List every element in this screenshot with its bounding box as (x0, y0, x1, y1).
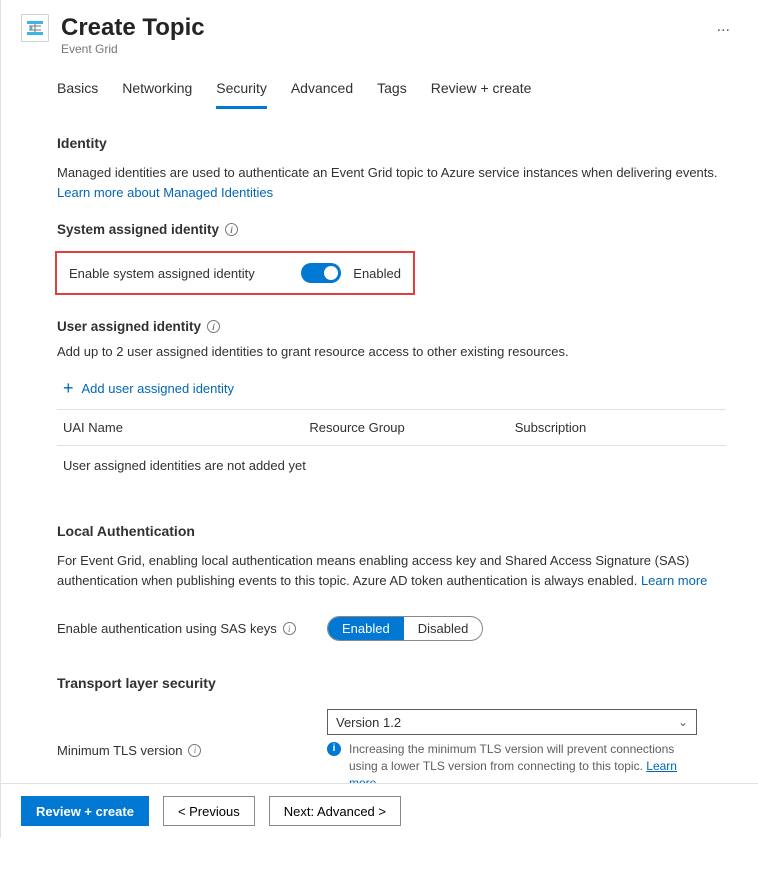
tls-title: Transport layer security (57, 675, 726, 691)
identity-desc: Managed identities are used to authentic… (57, 163, 726, 202)
sas-field-label-text: Enable authentication using SAS keys (57, 621, 277, 636)
user-identity-title: User assigned identity (57, 319, 726, 334)
page-subtitle: Event Grid (61, 42, 697, 56)
more-button[interactable]: ... (709, 14, 738, 40)
tab-tags[interactable]: Tags (377, 72, 407, 109)
uai-col-sub: Subscription (515, 420, 720, 435)
tls-selected-value: Version 1.2 (336, 715, 401, 730)
sas-field-label: Enable authentication using SAS keys (57, 621, 327, 636)
uai-col-name: UAI Name (63, 420, 309, 435)
tab-networking[interactable]: Networking (122, 72, 192, 109)
system-identity-highlight-box: Enable system assigned identity Enabled (55, 251, 415, 295)
tab-basics[interactable]: Basics (57, 72, 98, 109)
page-title: Create Topic (61, 14, 697, 42)
sas-segmented-control: Enabled Disabled (327, 616, 483, 641)
identity-desc-text: Managed identities are used to authentic… (57, 165, 718, 180)
info-icon[interactable] (225, 223, 238, 236)
system-identity-toggle-state: Enabled (353, 266, 401, 281)
add-user-identity-button[interactable]: + Add user assigned identity (63, 373, 726, 403)
system-identity-toggle-label: Enable system assigned identity (69, 266, 255, 281)
tab-review-create[interactable]: Review + create (431, 72, 532, 109)
identity-learn-more-link[interactable]: Learn more about Managed Identities (57, 185, 273, 200)
local-auth-learn-more-link[interactable]: Learn more (641, 573, 707, 588)
local-auth-desc-text: For Event Grid, enabling local authentic… (57, 553, 689, 588)
system-identity-toggle[interactable] (301, 263, 341, 283)
local-auth-desc: For Event Grid, enabling local authentic… (57, 551, 726, 590)
tab-security[interactable]: Security (216, 72, 267, 109)
uai-col-rg: Resource Group (309, 420, 514, 435)
uai-empty-row: User assigned identities are not added y… (57, 446, 726, 503)
tab-bar: Basics Networking Security Advanced Tags… (1, 62, 758, 109)
info-icon[interactable] (207, 320, 220, 333)
review-create-button[interactable]: Review + create (21, 796, 149, 826)
plus-icon: + (63, 379, 74, 397)
previous-button[interactable]: < Previous (163, 796, 255, 826)
info-icon[interactable] (188, 744, 201, 757)
next-button[interactable]: Next: Advanced > (269, 796, 401, 826)
tab-advanced[interactable]: Advanced (291, 72, 353, 109)
footer-bar: Review + create < Previous Next: Advance… (1, 783, 758, 838)
add-user-identity-label: Add user assigned identity (82, 381, 234, 396)
user-identity-desc: Add up to 2 user assigned identities to … (57, 344, 726, 359)
info-icon[interactable] (283, 622, 296, 635)
tls-field-label-text: Minimum TLS version (57, 743, 182, 758)
resource-icon (21, 14, 49, 42)
sas-option-enabled[interactable]: Enabled (328, 617, 404, 640)
local-auth-title: Local Authentication (57, 523, 726, 539)
identity-section-title: Identity (57, 135, 726, 151)
user-identity-title-text: User assigned identity (57, 319, 201, 334)
system-identity-title-text: System assigned identity (57, 222, 219, 237)
system-identity-title: System assigned identity (57, 222, 726, 237)
chevron-down-icon: ⌄ (678, 715, 688, 729)
info-solid-icon: i (327, 742, 341, 756)
tls-version-select[interactable]: Version 1.2 ⌄ (327, 709, 697, 735)
tls-field-label: Minimum TLS version (57, 743, 327, 758)
tls-callout-text: Increasing the minimum TLS version will … (349, 742, 674, 773)
uai-table-header: UAI Name Resource Group Subscription (57, 409, 726, 446)
sas-option-disabled[interactable]: Disabled (404, 617, 483, 640)
